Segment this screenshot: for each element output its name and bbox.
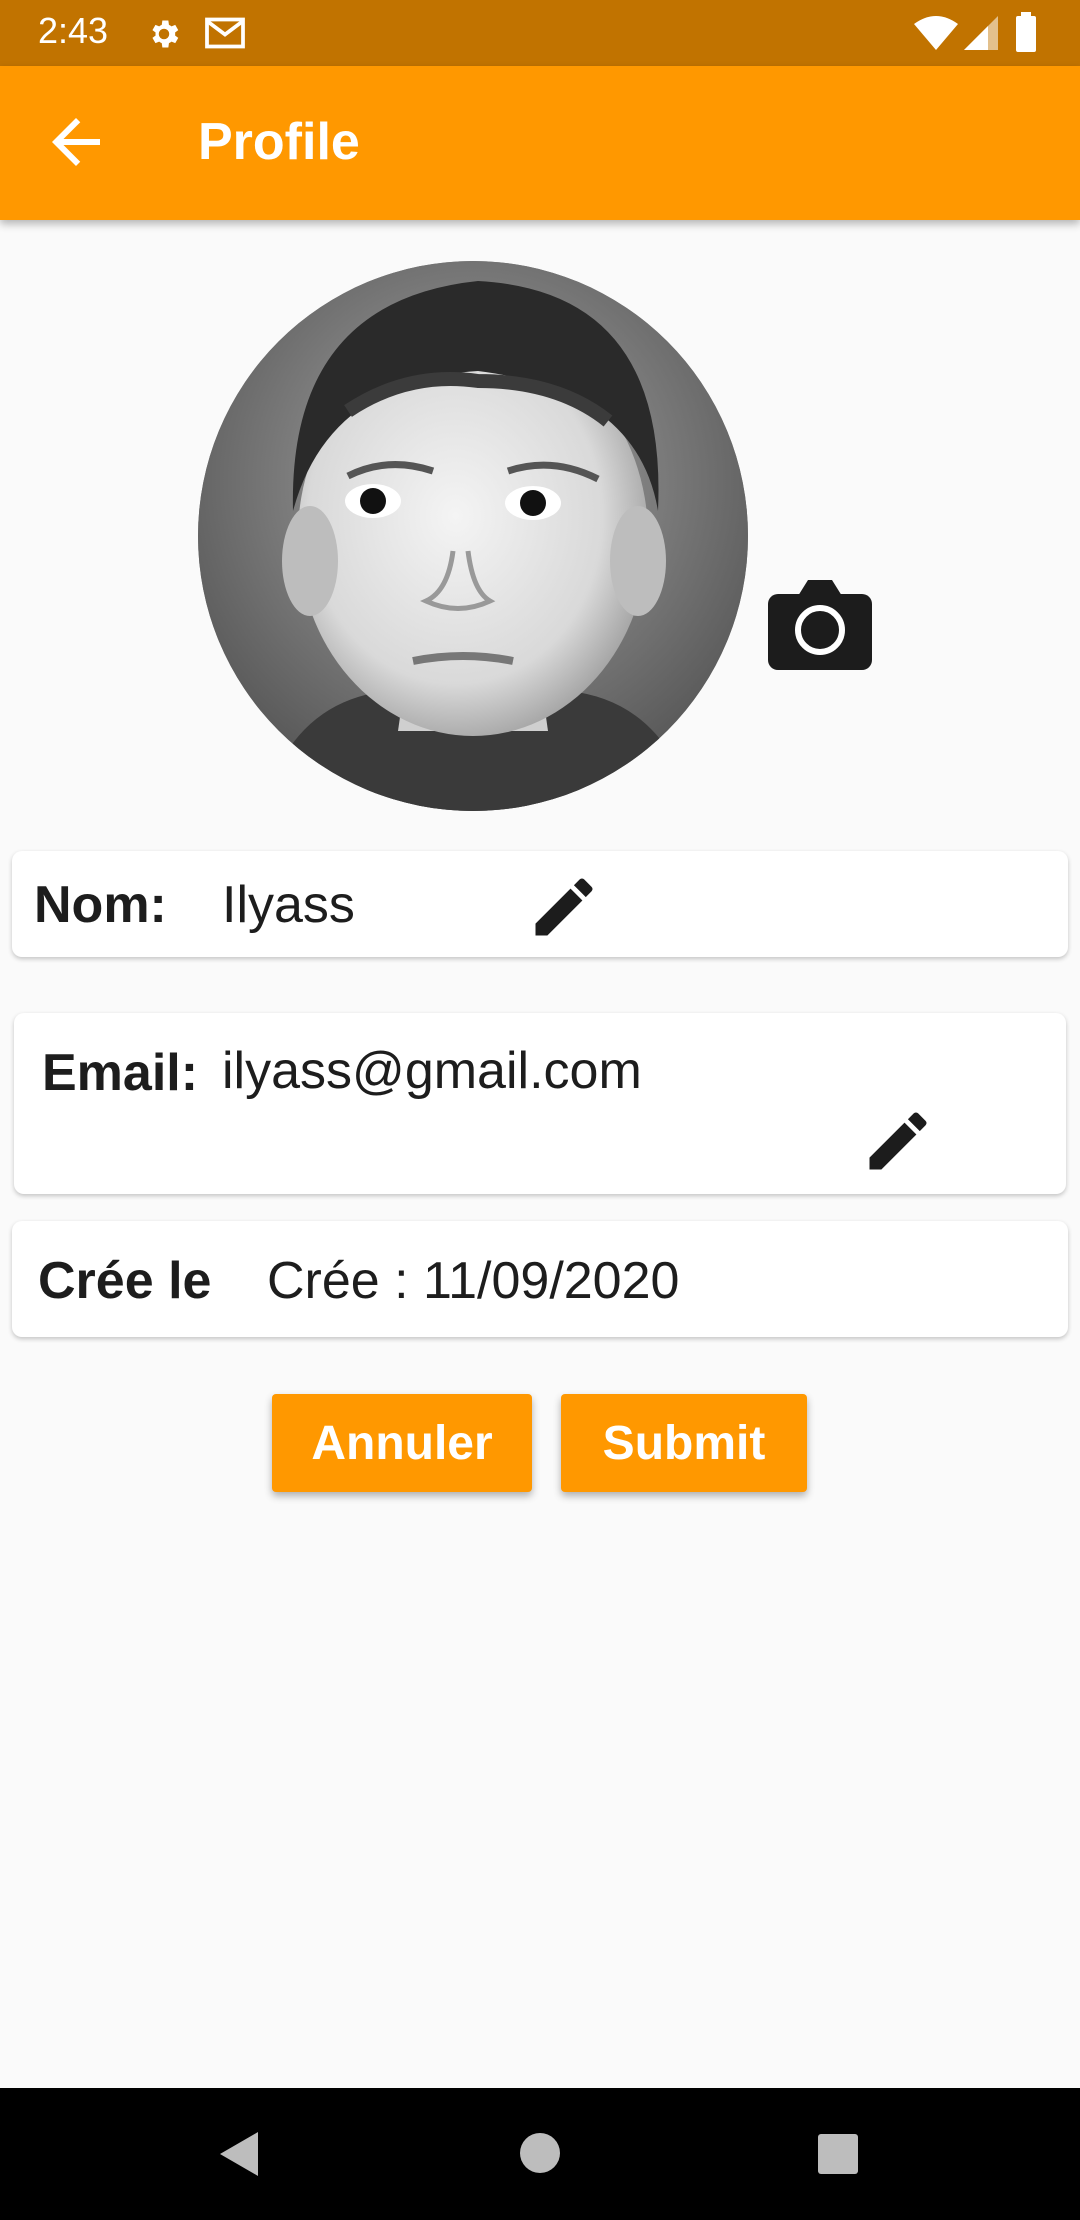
created-label: Crée le	[38, 1252, 212, 1310]
created-value: Crée : 11/09/2020	[267, 1252, 680, 1310]
email-value: ilyass@gmail.com	[222, 1042, 642, 1100]
battery-icon	[1016, 12, 1036, 52]
cancel-button[interactable]: Annuler	[272, 1394, 532, 1492]
wifi-icon	[914, 16, 958, 50]
arrow-back-icon[interactable]	[40, 106, 112, 178]
email-card: Email: ilyass@gmail.com	[14, 1013, 1066, 1194]
camera-icon[interactable]	[768, 580, 872, 670]
navigation-bar	[0, 2088, 1080, 2220]
profile-photo[interactable]	[198, 261, 748, 811]
signal-icon	[964, 16, 998, 50]
edit-name-icon[interactable]	[526, 869, 602, 945]
status-bar: 2:43	[0, 0, 1080, 66]
status-time: 2:43	[38, 10, 109, 51]
back-triangle-icon[interactable]	[220, 2132, 258, 2176]
recents-square-icon[interactable]	[818, 2134, 858, 2174]
name-card: Nom: Ilyass	[12, 851, 1068, 957]
edit-email-icon[interactable]	[860, 1103, 936, 1179]
profile-photo-image	[198, 261, 748, 811]
name-label: Nom:	[34, 876, 167, 934]
page-title: Profile	[198, 113, 360, 171]
created-card: Crée le Crée : 11/09/2020	[12, 1221, 1068, 1337]
gmail-icon	[205, 17, 245, 49]
app-bar: Profile	[0, 66, 1080, 220]
email-label: Email:	[42, 1044, 199, 1102]
settings-icon	[152, 20, 179, 48]
submit-button[interactable]: Submit	[561, 1394, 807, 1492]
home-circle-icon[interactable]	[520, 2133, 560, 2173]
name-value: Ilyass	[222, 876, 355, 934]
